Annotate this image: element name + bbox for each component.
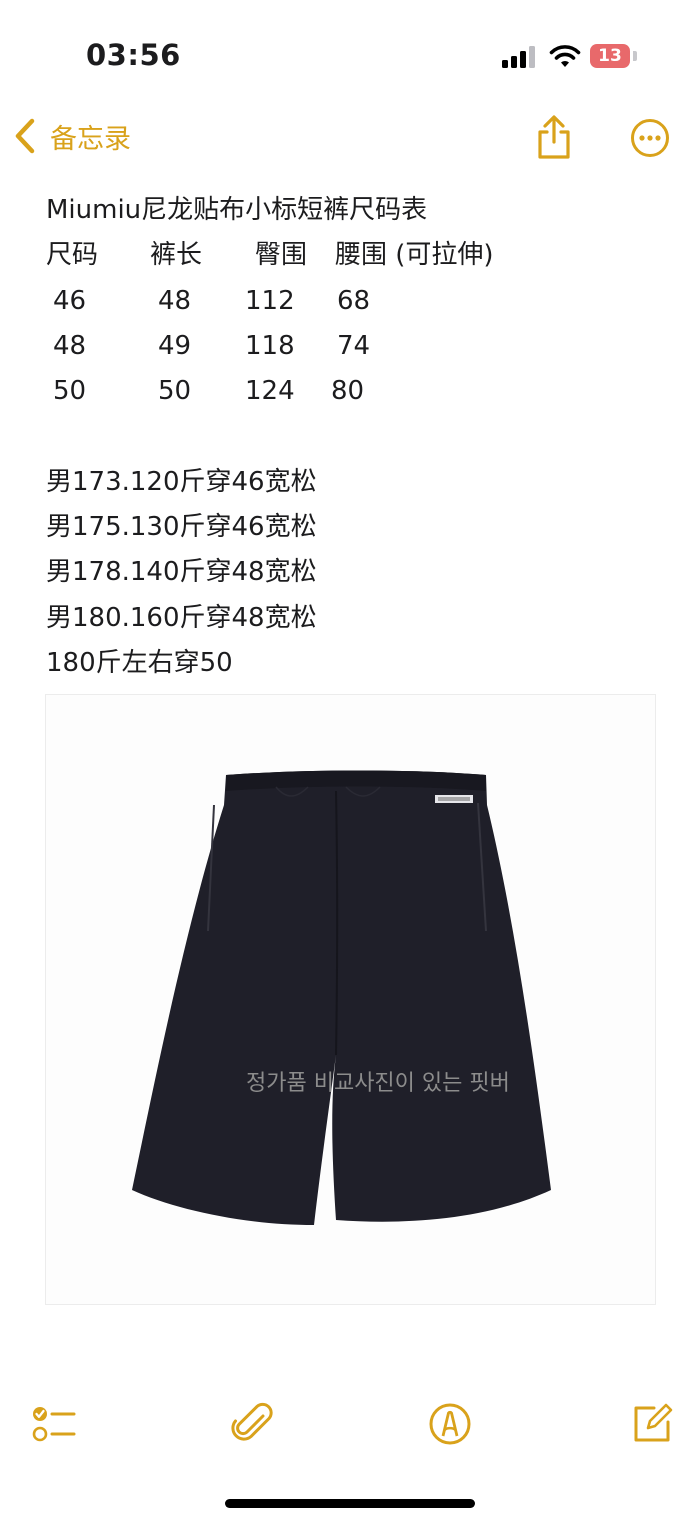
size-table-row: 46 48 112 68 (46, 279, 666, 324)
wifi-icon (549, 45, 581, 67)
more-button[interactable] (630, 118, 670, 162)
cell-hip: 124 (245, 376, 295, 407)
chevron-left-icon (15, 118, 35, 154)
cell-length: 50 (158, 376, 192, 407)
home-indicator[interactable] (225, 1499, 475, 1508)
back-label: 备忘录 (50, 123, 131, 155)
fit-line: 180斤左右穿50 (46, 647, 233, 678)
fit-line: 男175.130斤穿46宽松 (46, 512, 317, 543)
size-table-row: 50 50 124 80 (46, 369, 666, 414)
cell-waist: 74 (337, 330, 371, 361)
battery-icon: 13 (590, 44, 630, 68)
status-time: 03:56 (86, 38, 181, 72)
header-waist: 腰围 (可拉伸) (335, 240, 494, 271)
status-bar: 03:56 13 (0, 0, 700, 100)
size-table-row: 48 49 118 74 (46, 324, 666, 369)
cell-size: 50 (53, 376, 87, 407)
cell-hip: 118 (245, 330, 295, 361)
fit-line: 男180.160斤穿48宽松 (46, 602, 317, 633)
header-size: 尺码 (46, 240, 99, 271)
header-length: 裤长 (150, 240, 203, 271)
checklist-icon (32, 1407, 76, 1442)
battery-tip (633, 51, 637, 61)
fit-line: 男178.140斤穿48宽松 (46, 557, 317, 588)
markup-pen-icon (429, 1403, 471, 1445)
cell-length: 49 (158, 330, 192, 361)
header-hip: 臀围 (255, 240, 308, 271)
battery-level: 13 (598, 46, 622, 66)
fit-line: 男173.120斤穿46宽松 (46, 466, 317, 497)
back-button[interactable]: 备忘录 (12, 112, 131, 160)
cell-length: 48 (158, 285, 192, 316)
shorts-photo[interactable]: 정가품 비교사진이 있는 핏버 (45, 694, 656, 1305)
photo-watermark: 정가품 비교사진이 있는 핏버 (246, 1071, 510, 1096)
shorts-image (132, 770, 551, 1225)
compose-icon (634, 1403, 673, 1442)
cell-waist: 80 (331, 376, 365, 407)
cell-waist: 68 (337, 285, 371, 316)
cell-size: 48 (53, 330, 87, 361)
note-body[interactable]: Miumiu尼龙贴布小标短裤尺码表 尺码 裤长 臀围 腰围 (可拉伸) 46 4… (46, 188, 666, 686)
checklist-button[interactable] (30, 1400, 78, 1452)
cell-size: 46 (53, 285, 87, 316)
attachment-button[interactable] (230, 1400, 278, 1452)
share-button[interactable] (534, 114, 574, 164)
paperclip-icon (231, 1402, 273, 1441)
note-title: Miumiu尼龙贴布小标短裤尺码表 (46, 195, 428, 225)
compose-button[interactable] (628, 1400, 676, 1452)
ellipsis-circle-icon (631, 119, 669, 157)
cell-hip: 112 (245, 285, 295, 316)
cellular-signal-icon (502, 46, 535, 68)
markup-button[interactable] (426, 1400, 474, 1452)
size-table-header: 尺码 裤长 臀围 腰围 (可拉伸) (46, 233, 666, 278)
share-icon (538, 115, 570, 159)
